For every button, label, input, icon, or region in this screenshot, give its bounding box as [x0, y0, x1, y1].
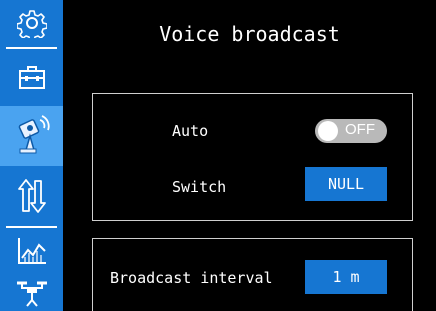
- toolbox-icon: [18, 66, 45, 89]
- broadcast-interval-value-button[interactable]: 1 m: [305, 260, 387, 294]
- auto-toggle[interactable]: OFF: [315, 119, 387, 143]
- toggle-knob: [318, 121, 338, 141]
- sidebar-item-drone[interactable]: [0, 275, 63, 311]
- sidebar-item-settings[interactable]: [0, 0, 63, 46]
- auto-label: Auto: [172, 122, 209, 140]
- sidebar-item-transfer[interactable]: [0, 168, 63, 224]
- sidebar-divider: [6, 47, 57, 49]
- drone-icon: [16, 281, 47, 307]
- sidebar-divider: [6, 226, 57, 228]
- sidebar-item-voice-broadcast[interactable]: [0, 106, 63, 166]
- sidebar: [0, 0, 63, 311]
- app-window: Voice broadcast Auto OFF Switch NULL Bro…: [0, 0, 436, 311]
- settings-group: Auto OFF Switch NULL: [92, 93, 413, 221]
- page-title: Voice broadcast: [159, 22, 340, 46]
- up-down-arrows-icon: [17, 179, 46, 213]
- switch-label: Switch: [172, 178, 227, 196]
- switch-value-button[interactable]: NULL: [305, 167, 387, 201]
- gear-icon: [16, 10, 47, 38]
- sidebar-item-statistics[interactable]: [0, 229, 63, 273]
- toggle-state-text: OFF: [345, 121, 375, 138]
- main-panel: Voice broadcast Auto OFF Switch NULL Bro…: [63, 0, 436, 311]
- chart-icon: [17, 238, 46, 264]
- interval-group: Broadcast interval 1 m: [92, 238, 413, 311]
- radio-controller-icon: [18, 115, 50, 154]
- sidebar-item-toolbox[interactable]: [0, 50, 63, 104]
- broadcast-interval-label: Broadcast interval: [110, 269, 273, 287]
